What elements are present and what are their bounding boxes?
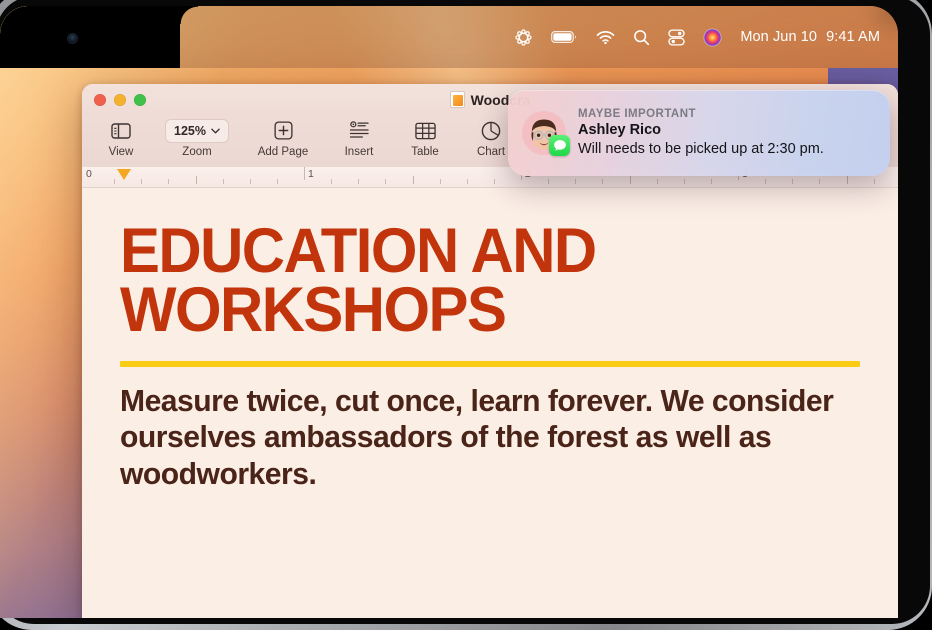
headline-line-1: EDUCATION AND bbox=[120, 216, 597, 286]
toolbar-zoom-control[interactable]: 125% Zoom bbox=[154, 115, 240, 158]
ruler-tick bbox=[792, 179, 794, 184]
zoom-value: 125% bbox=[174, 123, 206, 138]
avatar bbox=[522, 111, 570, 156]
ruler-tick bbox=[168, 179, 170, 184]
notification-message: Will needs to be picked up at 2:30 pm. bbox=[578, 140, 824, 157]
ruler-tick bbox=[846, 176, 848, 184]
display-notch bbox=[0, 6, 198, 68]
ruler-tick bbox=[439, 179, 441, 184]
ruler-tick bbox=[412, 176, 414, 184]
ruler-tick bbox=[873, 179, 875, 184]
toolbar-insert-label: Insert bbox=[344, 146, 374, 158]
ruler-tick bbox=[385, 179, 387, 184]
ruler-tick bbox=[195, 176, 197, 184]
ruler-tick bbox=[466, 179, 468, 184]
document-divider-rule bbox=[120, 361, 860, 368]
ruler-tick bbox=[710, 179, 712, 184]
ruler-tick bbox=[493, 179, 495, 184]
search-icon[interactable] bbox=[633, 29, 650, 46]
toolbar-insert-button[interactable]: Insert bbox=[326, 115, 392, 158]
messages-app-badge-icon bbox=[549, 135, 570, 156]
headline-line-2: WORKSHOPS bbox=[120, 274, 507, 345]
ruler-tick bbox=[602, 179, 604, 184]
control-center-icon[interactable] bbox=[668, 28, 686, 46]
toolbar-table-label: Table bbox=[411, 146, 439, 158]
ruler-tick bbox=[683, 179, 685, 184]
toolbar-add-page-button[interactable]: Add Page bbox=[240, 115, 326, 158]
menu-bar-date: Mon Jun 10 bbox=[740, 29, 818, 45]
toolbar-chart-label: Chart bbox=[476, 146, 506, 158]
view-sidebar-icon bbox=[111, 118, 131, 143]
ruler-tick bbox=[114, 179, 116, 184]
ruler-number: 0 bbox=[86, 168, 92, 180]
macbook-device: Mon Jun 10 9:41 AM Woodcra View 125% Zoo… bbox=[0, 0, 932, 630]
ruler-tick bbox=[765, 179, 767, 184]
menu-bar-clock[interactable]: Mon Jun 10 9:41 AM bbox=[740, 29, 880, 45]
menu-bar-time: 9:41 AM bbox=[826, 29, 880, 45]
toolbar-add-page-label: Add Page bbox=[257, 146, 309, 158]
toolbar-zoom-label: Zoom bbox=[182, 146, 212, 158]
notification-content: MAYBE IMPORTANT Ashley Rico Will needs t… bbox=[578, 108, 876, 157]
document-body-text: Measure twice, cut once, learn forever. … bbox=[120, 383, 834, 491]
facetime-camera bbox=[68, 34, 77, 43]
ruler-tick bbox=[358, 179, 360, 184]
insert-icon bbox=[349, 118, 370, 143]
document-canvas[interactable]: EDUCATION AND WORKSHOPS Measure twice, c… bbox=[82, 188, 898, 618]
ruler-tick bbox=[331, 179, 333, 184]
ruler-tick bbox=[629, 176, 631, 184]
battery-icon[interactable] bbox=[551, 30, 578, 44]
ruler-tick bbox=[222, 179, 224, 184]
screen: Mon Jun 10 9:41 AM Woodcra View 125% Zoo… bbox=[0, 6, 898, 618]
ruler-number: 1 bbox=[308, 168, 314, 180]
ruler-tick bbox=[575, 179, 577, 184]
ruler-tick bbox=[141, 179, 143, 184]
menu-bar-status-items: Mon Jun 10 9:41 AM bbox=[514, 6, 880, 68]
ruler-tick bbox=[819, 179, 821, 184]
ruler-tick bbox=[276, 179, 278, 184]
document-headline: EDUCATION AND WORKSHOPS bbox=[120, 216, 823, 345]
ruler-tick bbox=[249, 179, 251, 184]
freeform-icon[interactable] bbox=[514, 28, 533, 47]
add-page-icon bbox=[273, 118, 293, 143]
chevron-down-icon bbox=[211, 128, 220, 133]
chart-icon bbox=[481, 118, 501, 143]
wifi-icon[interactable] bbox=[596, 30, 615, 45]
pages-document-icon bbox=[449, 91, 465, 108]
zoom-value-pill[interactable]: 125% bbox=[165, 118, 229, 143]
toolbar-view-button[interactable]: View bbox=[88, 115, 154, 158]
menu-bar: Mon Jun 10 9:41 AM bbox=[0, 6, 898, 68]
toolbar-table-button[interactable]: Table bbox=[392, 115, 458, 158]
ruler-tick bbox=[656, 179, 658, 184]
siri-icon[interactable] bbox=[703, 27, 722, 47]
notification-banner[interactable]: MAYBE IMPORTANT Ashley Rico Will needs t… bbox=[508, 90, 890, 176]
notification-sender: Ashley Rico bbox=[578, 122, 661, 139]
toolbar-view-label: View bbox=[108, 146, 134, 158]
table-icon bbox=[414, 118, 436, 143]
ruler-tick bbox=[548, 179, 550, 184]
ruler-indent-marker[interactable] bbox=[117, 169, 131, 180]
notification-kicker: MAYBE IMPORTANT bbox=[578, 108, 696, 121]
